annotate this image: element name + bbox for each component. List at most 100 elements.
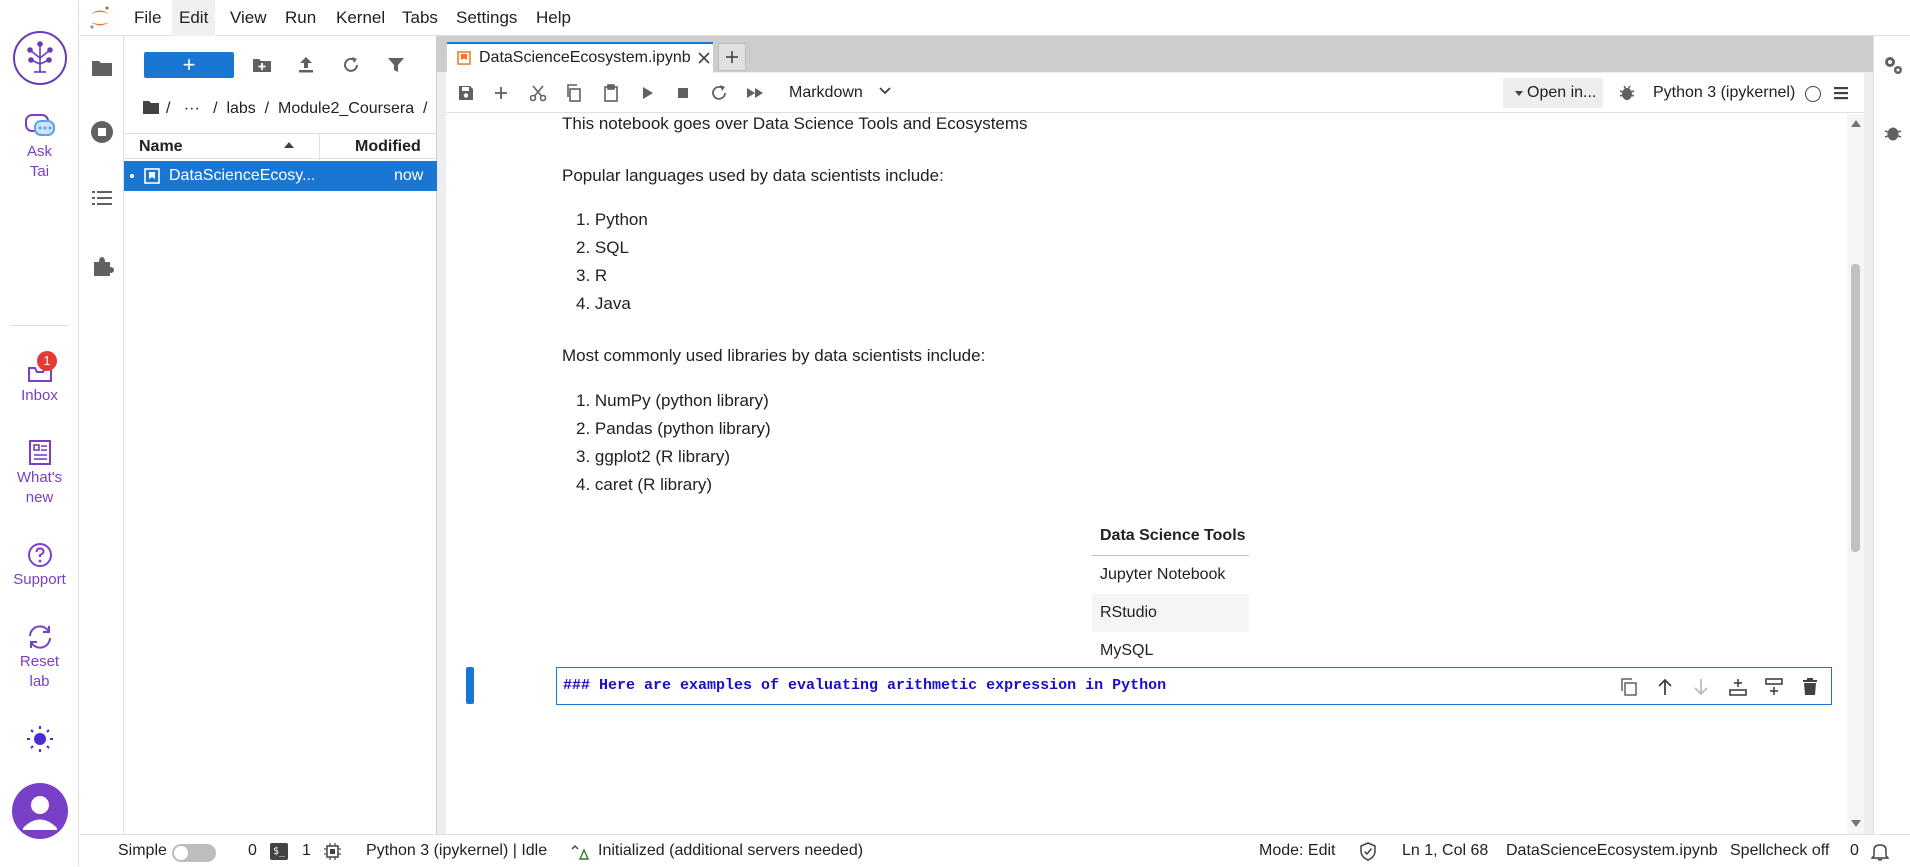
cell-editor[interactable]: ### Here are examples of evaluating arit… [563, 668, 1166, 704]
reset-icon [28, 625, 51, 649]
terminal-icon[interactable]: $_ [270, 843, 288, 860]
main-dock-area: DataScienceEcosystem.ipynb Markdown Open… [437, 36, 1873, 834]
insert-above-icon[interactable] [1727, 676, 1749, 698]
delete-cell-icon[interactable] [1799, 676, 1821, 698]
simple-mode-toggle[interactable] [172, 844, 216, 862]
list-item: 1. NumPy (python library) [576, 391, 769, 410]
newspaper-icon [28, 440, 51, 465]
theme-toggle[interactable] [0, 724, 79, 754]
scrollbar-thumb[interactable] [1851, 264, 1860, 552]
new-folder-icon[interactable] [251, 54, 273, 76]
scroll-up-arrow[interactable] [1851, 120, 1861, 127]
inbox-label: Inbox [21, 387, 58, 404]
save-icon[interactable] [456, 83, 476, 103]
column-name[interactable]: Name [139, 134, 183, 160]
sun-icon [26, 726, 53, 752]
reset-lab-button[interactable]: Reset lab [0, 622, 79, 692]
spellcheck-status[interactable]: Spellcheck off [1730, 835, 1829, 867]
run-icon[interactable] [637, 83, 657, 103]
lsp-icon[interactable] [571, 843, 589, 860]
list-item: 3. ggplot2 (R library) [576, 447, 731, 466]
libraries-heading: Most commonly used libraries by data sci… [562, 346, 986, 365]
status-filename: DataScienceEcosystem.ipynb [1506, 842, 1718, 859]
restart-icon[interactable] [709, 83, 729, 103]
refresh-icon[interactable] [340, 54, 362, 76]
copy-icon[interactable] [564, 83, 584, 103]
insert-cell-icon[interactable] [491, 83, 511, 103]
tab-notebook[interactable]: DataScienceEcosystem.ipynb [447, 42, 713, 73]
debugger-icon[interactable] [1617, 83, 1637, 103]
new-tab-button[interactable] [718, 43, 746, 71]
list-item: 4. Java [576, 294, 631, 313]
notebook-panel: Markdown Open in... Python 3 (ipykernel)… [446, 73, 1864, 834]
new-launcher-button[interactable]: + [144, 52, 234, 78]
folder-icon[interactable] [90, 56, 114, 80]
shield-check-icon[interactable] [1359, 842, 1377, 861]
sort-asc-icon[interactable] [284, 142, 294, 148]
menu-settings[interactable]: Settings [449, 0, 524, 36]
filter-icon[interactable] [385, 54, 407, 76]
fast-forward-icon[interactable] [745, 83, 765, 103]
menu-tabs[interactable]: Tabs [395, 0, 445, 36]
terminal-count[interactable]: 0 [248, 835, 257, 867]
open-in-button[interactable]: Open in... [1503, 78, 1603, 108]
whats-new-button[interactable]: What's new [0, 438, 79, 508]
kernel-idle-icon [1805, 86, 1821, 102]
notification-count[interactable]: 0 [1850, 835, 1859, 867]
support-label: Support [13, 571, 66, 588]
table-of-contents-icon[interactable] [90, 186, 114, 210]
notebook-scrollbar[interactable] [1847, 114, 1864, 834]
insert-below-icon[interactable] [1763, 676, 1785, 698]
kernel-name[interactable]: Python 3 (ipykernel) [1653, 73, 1795, 113]
file-row[interactable]: DataScienceEcosy... now [124, 161, 437, 191]
extension-manager-icon[interactable] [90, 254, 114, 278]
table-row: MySQL [1100, 642, 1154, 659]
folder-home-icon[interactable] [142, 99, 160, 115]
upload-icon[interactable] [295, 54, 317, 76]
list-item: 2. SQL [576, 238, 629, 257]
scroll-down-arrow[interactable] [1851, 820, 1861, 827]
close-icon[interactable] [697, 51, 711, 65]
debugger-panel-icon[interactable] [1882, 122, 1904, 144]
menu-view[interactable]: View [223, 0, 274, 36]
jupyter-logo [88, 5, 112, 31]
move-down-icon[interactable] [1690, 676, 1712, 698]
paste-icon[interactable] [601, 83, 621, 103]
running-sessions-icon[interactable] [90, 120, 114, 144]
file-list-header: Name Modified [124, 133, 437, 160]
left-sidebar-tabs [80, 36, 124, 834]
duplicate-cell-icon[interactable] [1618, 676, 1640, 698]
stop-icon[interactable] [673, 83, 693, 103]
user-avatar[interactable] [0, 783, 79, 839]
breadcrumb-path[interactable]: / ··· / labs / Module2_Coursera / [166, 100, 427, 117]
cut-icon[interactable] [528, 83, 548, 103]
column-modified[interactable]: Modified [355, 134, 421, 160]
cpu-icon[interactable] [324, 843, 341, 860]
support-button[interactable]: Support [0, 540, 79, 590]
move-up-icon[interactable] [1654, 676, 1676, 698]
breadcrumb[interactable]: / ··· / labs / Module2_Coursera / [142, 96, 427, 122]
cursor-position[interactable]: Ln 1, Col 68 [1402, 835, 1488, 867]
lsp-status[interactable]: Initialized (additional servers needed) [598, 835, 863, 867]
hamburger-menu-icon[interactable] [1831, 83, 1851, 103]
menu-edit[interactable]: Edit [172, 0, 216, 36]
open-in-label: Open in... [1527, 84, 1597, 101]
active-cell-indicator[interactable] [466, 667, 474, 704]
whats-new-label: What's new [16, 469, 63, 506]
cell-type-dropdown[interactable]: Markdown [789, 73, 891, 113]
column-divider[interactable] [319, 134, 320, 160]
property-inspector-icon[interactable] [1882, 54, 1904, 76]
menu-help[interactable]: Help [529, 0, 578, 36]
menu-kernel[interactable]: Kernel [329, 0, 392, 36]
kernel-count[interactable]: 1 [302, 835, 311, 867]
bell-icon[interactable] [1871, 842, 1889, 861]
kernel-status[interactable]: Python 3 (ipykernel) | Idle [366, 835, 547, 867]
menu-file[interactable]: File [127, 0, 168, 36]
list-item: 2. Pandas (python library) [576, 419, 771, 438]
menu-run[interactable]: Run [278, 0, 323, 36]
skills-network-logo[interactable] [0, 30, 79, 86]
active-markdown-cell[interactable]: ### Here are examples of evaluating arit… [556, 667, 1832, 705]
running-dot [130, 174, 134, 178]
tools-table: Data Science Tools Jupyter Notebook RStu… [1092, 516, 1249, 670]
ask-tai-button[interactable]: Ask Tai [0, 112, 79, 182]
